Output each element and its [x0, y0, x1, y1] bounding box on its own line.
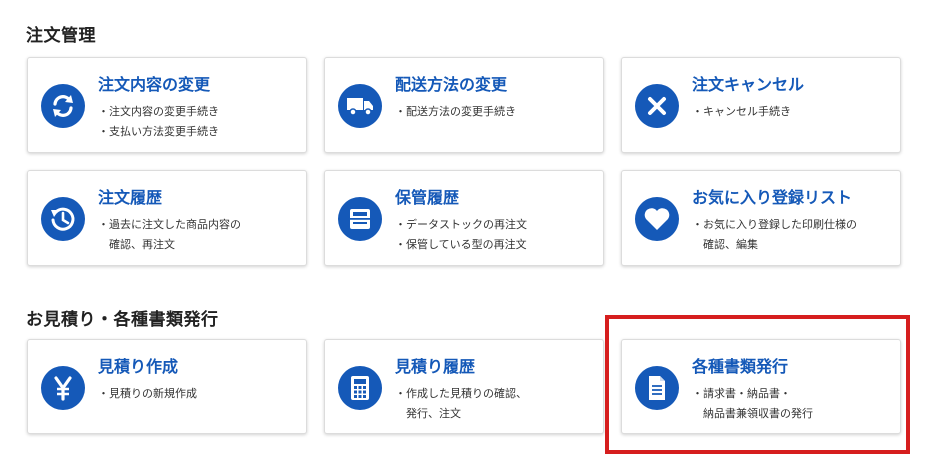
- card-description: ・キャンセル手続き: [692, 102, 791, 122]
- card-description: ・データストックの再注文 ・保管している型の再注文: [395, 215, 527, 255]
- card-description-line: ・過去に注文した商品内容の: [98, 218, 241, 231]
- card-description-line: ・キャンセル手続き: [692, 105, 791, 118]
- card-title: お気に入り登録リスト: [692, 188, 853, 207]
- card-description: ・見積りの新規作成: [98, 384, 197, 404]
- close-icon: [635, 84, 679, 128]
- truck-icon: [338, 84, 382, 128]
- card-description-line: ・お気に入り登録した印刷仕様の: [692, 218, 857, 231]
- card-storage[interactable]: 保管履歴 ・データストックの再注文 ・保管している型の再注文: [324, 170, 604, 266]
- card-description-line: 確認、編集: [692, 238, 758, 251]
- calculator-icon: [338, 366, 382, 410]
- card-description-line: ・保管している型の再注文: [395, 238, 527, 251]
- card-title: 注文キャンセル: [692, 75, 805, 94]
- card-description-line: ・配送方法の変更手続き: [395, 105, 516, 118]
- card-title: 配送方法の変更: [395, 75, 508, 94]
- storage-icon: [338, 197, 382, 241]
- card-description: ・お気に入り登録した印刷仕様の 確認、編集: [692, 215, 857, 255]
- card-title: 見積り作成: [98, 357, 179, 376]
- highlight-box: [605, 315, 910, 454]
- history-icon: [41, 197, 85, 241]
- card-description: ・過去に注文した商品内容の 確認、再注文: [98, 215, 241, 255]
- card-description-line: ・データストックの再注文: [395, 218, 527, 231]
- card-description: ・作成した見積りの確認、 発行、注文: [395, 384, 527, 424]
- card-favorites[interactable]: お気に入り登録リスト ・お気に入り登録した印刷仕様の 確認、編集: [621, 170, 901, 266]
- card-change-order[interactable]: 注文内容の変更 ・注文内容の変更手続き ・支払い方法変更手続き: [27, 57, 307, 153]
- card-title: 見積り履歴: [395, 357, 476, 376]
- card-estimate-history[interactable]: 見積り履歴 ・作成した見積りの確認、 発行、注文: [324, 339, 604, 434]
- card-description: ・注文内容の変更手続き ・支払い方法変更手続き: [98, 102, 219, 142]
- card-description-line: ・支払い方法変更手続き: [98, 125, 219, 138]
- card-description: ・配送方法の変更手続き: [395, 102, 516, 122]
- card-change-shipping[interactable]: 配送方法の変更 ・配送方法の変更手続き: [324, 57, 604, 153]
- section-title-orders: 注文管理: [26, 26, 96, 46]
- heart-icon: [635, 197, 679, 241]
- card-description-line: 発行、注文: [395, 407, 461, 420]
- card-description-line: 確認、再注文: [98, 238, 175, 251]
- card-history[interactable]: 注文履歴 ・過去に注文した商品内容の 確認、再注文: [27, 170, 307, 266]
- card-title: 注文内容の変更: [98, 75, 211, 94]
- refresh-icon: [41, 84, 85, 128]
- yen-icon: [41, 366, 85, 410]
- card-cancel[interactable]: 注文キャンセル ・キャンセル手続き: [621, 57, 901, 153]
- card-description-line: ・見積りの新規作成: [98, 387, 197, 400]
- card-title: 保管履歴: [395, 188, 460, 207]
- card-create-estimate[interactable]: 見積り作成 ・見積りの新規作成: [27, 339, 307, 434]
- card-description-line: ・注文内容の変更手続き: [98, 105, 219, 118]
- card-description-line: ・作成した見積りの確認、: [395, 387, 527, 400]
- section-title-estimates: お見積り・各種書類発行: [26, 310, 219, 330]
- card-title: 注文履歴: [98, 188, 163, 207]
